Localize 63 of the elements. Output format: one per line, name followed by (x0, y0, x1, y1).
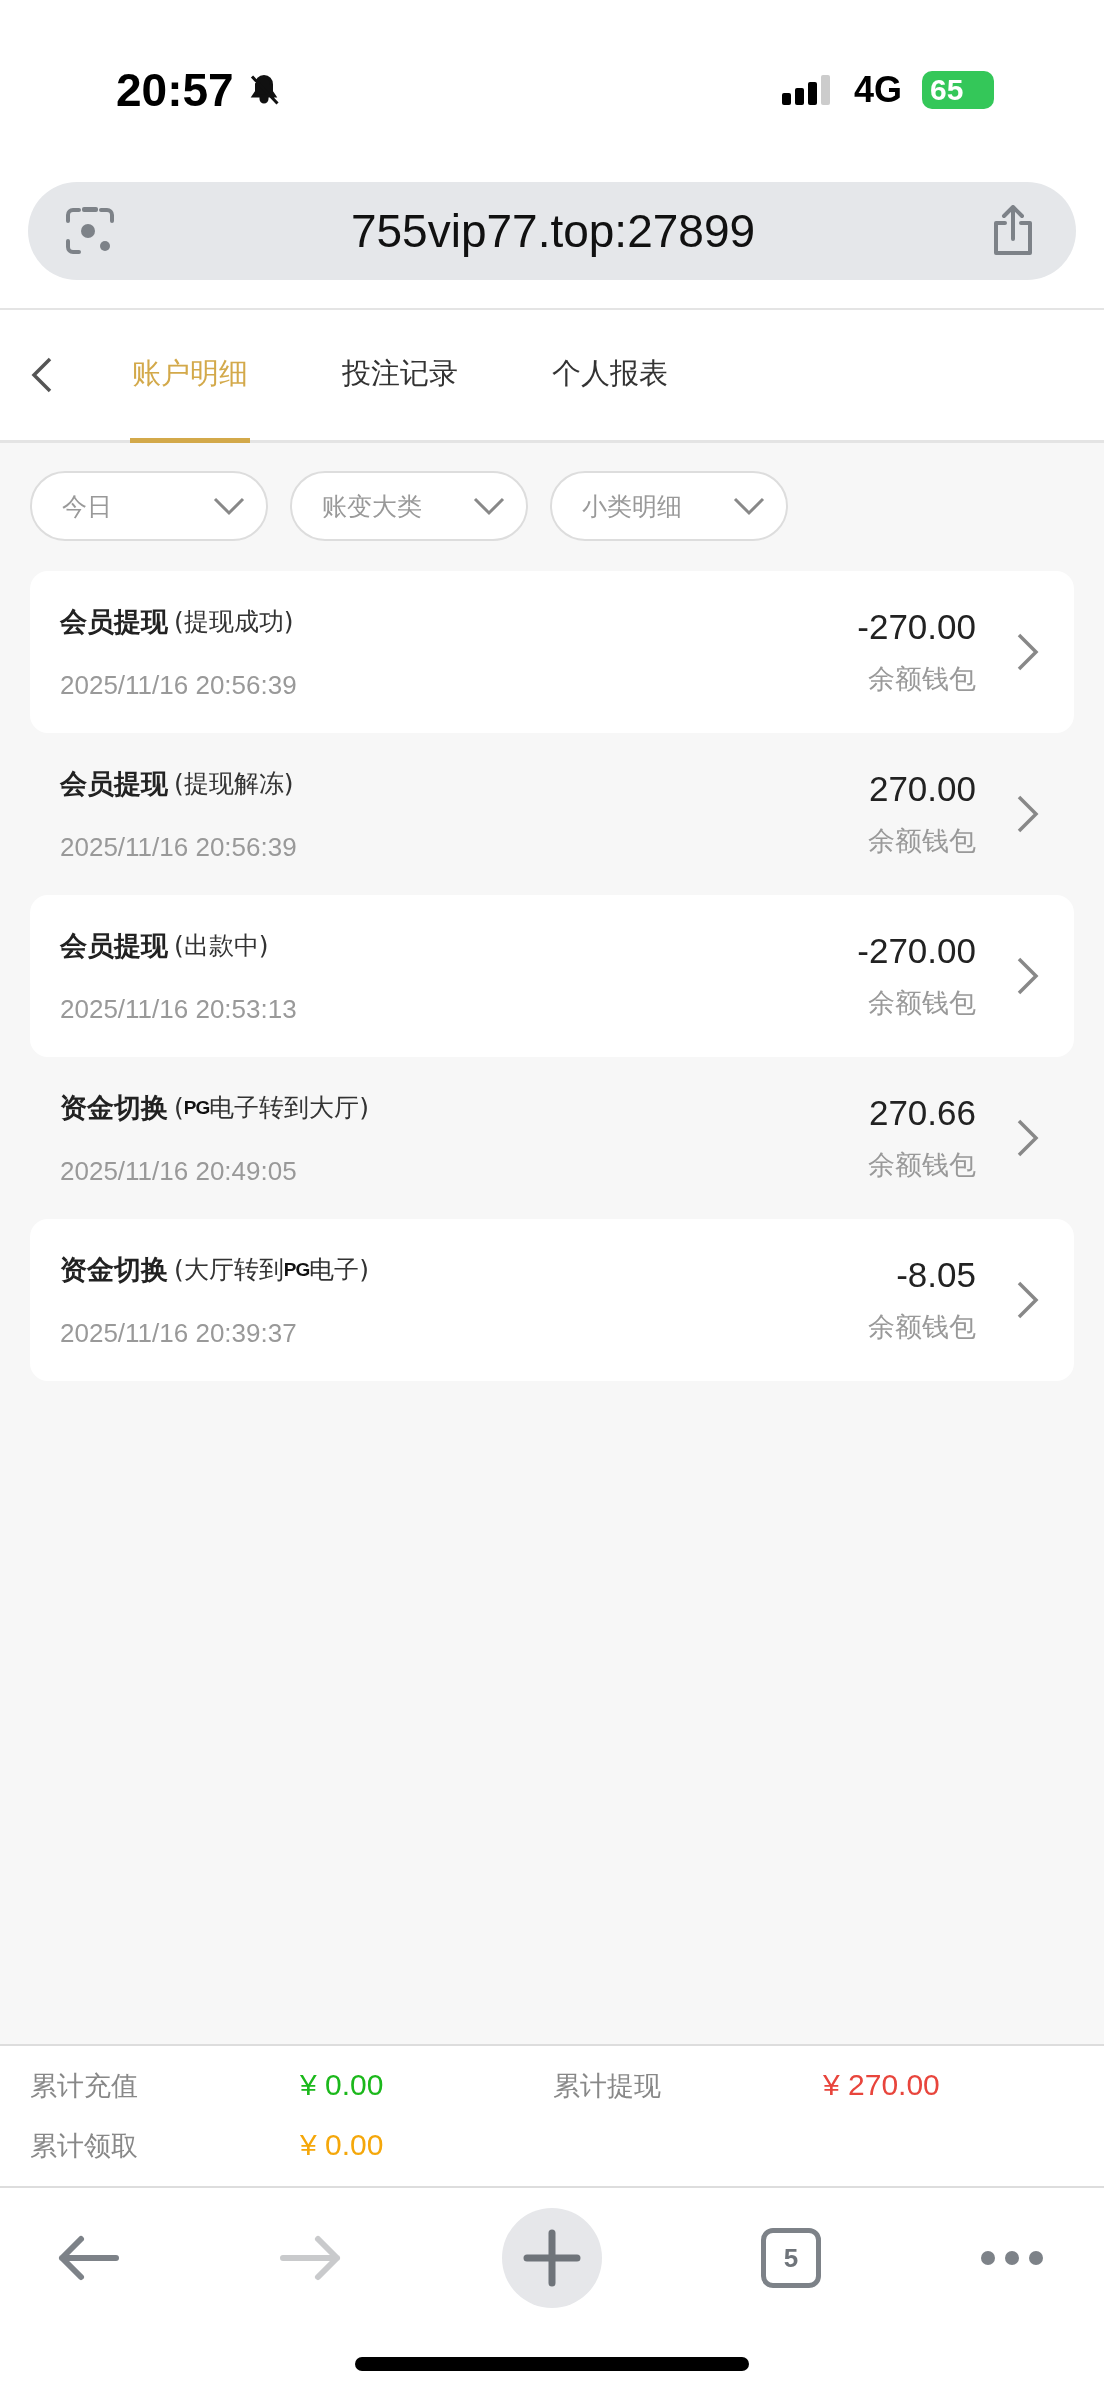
record-detail: ( (174, 1093, 184, 1122)
record-detail: 电子转到大厅) (209, 1092, 369, 1124)
filter-label: 小类明细 (582, 490, 682, 523)
new-tab-button[interactable] (502, 2208, 602, 2308)
record-title: 资金切换 (60, 1090, 168, 1125)
chevron-down-icon (472, 496, 506, 516)
wallet-label: 余额钱包 (868, 824, 976, 858)
record-title: 会员提现 (60, 766, 168, 801)
camera-icon[interactable] (64, 205, 116, 257)
record-detail: (出款中) (174, 930, 269, 962)
chevron-down-icon (732, 496, 766, 516)
chevron-right-icon (1016, 1280, 1040, 1320)
record-detail: (提现解冻) (174, 768, 294, 800)
status-time: 20:57 (116, 63, 234, 117)
pg-logo: PG (283, 1258, 310, 1280)
chevron-right-icon (1016, 632, 1040, 672)
record-title: 资金切换 (60, 1252, 168, 1287)
record-time: 2025/11/16 20:56:39 (60, 831, 298, 863)
record-card[interactable]: 资金切换 (大厅转到PG电子) 2025/11/16 20:39:37 -8.05 余额钱包 (30, 1219, 1074, 1381)
summary-value: ¥ 0.00 (300, 2068, 385, 2103)
record-row[interactable]: 资金切换 (PG电子转到大厅) 2025/11/16 20:49:05 270.66 余额钱包 (30, 1057, 1074, 1219)
wallet-label: 余额钱包 (868, 662, 976, 696)
record-detail: (提现成功) (174, 606, 294, 638)
record-time: 2025/11/16 20:49:05 (60, 1155, 298, 1187)
chevron-right-icon (1016, 956, 1040, 996)
battery-indicator: 65 (922, 71, 994, 109)
chevron-down-icon (212, 496, 246, 516)
record-detail: 电子) (309, 1254, 369, 1286)
record-card[interactable]: 会员提现 (出款中) 2025/11/16 20:53:13 -270.00 余额钱包 (30, 895, 1074, 1057)
wallet-label: 余额钱包 (868, 986, 976, 1020)
network-label: 4G (853, 69, 902, 111)
summary-label: 累计提现 (553, 2069, 662, 2103)
chevron-right-icon (1016, 1118, 1040, 1158)
record-row[interactable]: 会员提现 (提现解冻) 2025/11/16 20:56:39 270.00 余额钱包 (30, 733, 1074, 895)
record-amount: 270.66 (868, 1093, 976, 1133)
record-time: 2025/11/16 20:56:39 (60, 669, 298, 701)
summary-label: 累计领取 (30, 2129, 139, 2163)
back-arrow-icon[interactable] (56, 2233, 120, 2283)
address-bar[interactable]: 755vip77.top:27899 (28, 182, 1076, 280)
record-amount: 270.00 (868, 769, 976, 809)
chevron-right-icon (1016, 794, 1040, 834)
summary-value: ¥ 270.00 (823, 2068, 941, 2103)
record-amount: -270.00 (857, 607, 976, 647)
record-detail: (大厅转到 (174, 1254, 284, 1286)
back-icon[interactable] (30, 356, 54, 394)
record-title: 会员提现 (60, 928, 168, 963)
wallet-label: 余额钱包 (868, 1310, 976, 1344)
pg-logo: PG (183, 1096, 210, 1118)
record-title: 会员提现 (60, 604, 168, 639)
tab-count-button[interactable]: 5 (761, 2228, 821, 2288)
summary-label: 累计充值 (30, 2069, 139, 2103)
more-icon[interactable] (980, 2250, 1044, 2266)
record-card[interactable]: 会员提现 (提现成功) 2025/11/16 20:56:39 -270.00 余额钱包 (30, 571, 1074, 733)
record-amount: -8.05 (896, 1255, 976, 1295)
wallet-label: 余额钱包 (868, 1148, 976, 1182)
record-time: 2025/11/16 20:39:37 (60, 1317, 298, 1349)
filter-label: 今日 (62, 490, 112, 523)
tab[interactable]: 个人报表 (550, 310, 670, 443)
record-amount: -270.00 (857, 931, 976, 971)
filter-label: 账变大类 (322, 490, 422, 523)
record-time: 2025/11/16 20:53:13 (60, 993, 298, 1025)
summary-value: ¥ 0.00 (300, 2128, 385, 2163)
tab[interactable]: 投注记录 (340, 310, 460, 443)
